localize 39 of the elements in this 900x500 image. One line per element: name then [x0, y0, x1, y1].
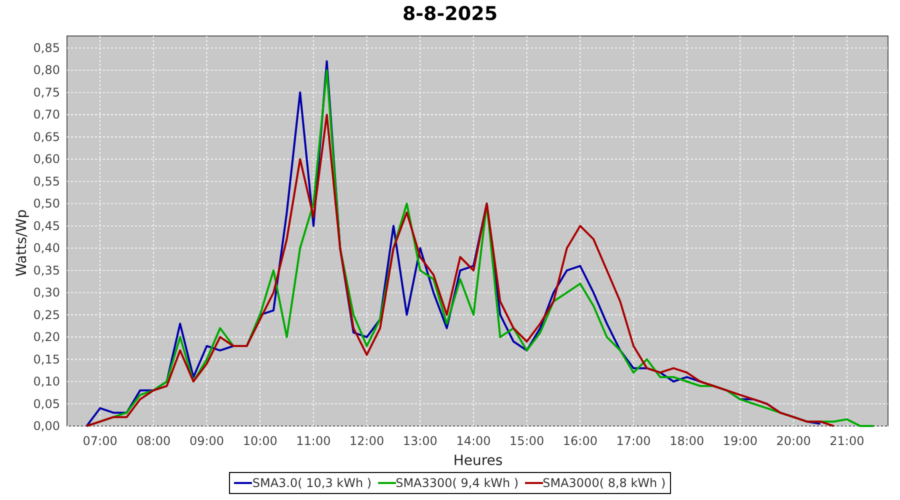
x-tick-label: 15:00 — [510, 434, 544, 448]
y-tick-label: 0,80 — [33, 63, 60, 78]
y-tick-label: 0,85 — [33, 41, 60, 55]
legend-label: SMA3.0( 10,3 kWh ) — [252, 475, 372, 492]
y-tick-label: 0,40 — [33, 241, 60, 256]
x-tick-label: 20:00 — [776, 434, 811, 448]
x-tick-label: 17:00 — [616, 434, 651, 448]
legend-label: SMA3300( 9,4 kWh ) — [396, 475, 519, 492]
x-axis-title: Heures — [453, 453, 503, 469]
y-tick-label: 0,20 — [33, 330, 60, 344]
x-tick-label: 14:00 — [456, 434, 491, 448]
y-tick-label: 0,70 — [33, 108, 60, 122]
x-tick-label: 16:00 — [562, 434, 598, 448]
x-tick-label: 11:00 — [296, 434, 331, 448]
y-tick-label: 0,65 — [33, 130, 60, 144]
x-tick-label: 21:00 — [830, 434, 864, 448]
y-tick-label: 0,05 — [33, 396, 60, 411]
y-tick-label: 0,00 — [33, 419, 60, 433]
y-axis-title: Watts/Wp — [14, 209, 30, 277]
x-tick-label: 13:00 — [402, 434, 438, 448]
legend-label: SMA3000( 8,8 kWh ) — [542, 475, 666, 492]
y-tick-label: 0,75 — [33, 85, 60, 100]
y-tick-label: 0,10 — [33, 374, 60, 389]
y-tick-label: 0,50 — [33, 196, 60, 211]
x-tick-label: 09:00 — [189, 434, 224, 448]
y-tick-label: 0,60 — [33, 152, 60, 166]
x-tick-label: 18:00 — [670, 434, 704, 448]
y-tick-label: 0,30 — [33, 286, 60, 300]
y-tick-label: 0,15 — [33, 352, 60, 366]
y-tick-label: 0,25 — [33, 308, 60, 322]
chart-title: 8-8-2025 — [402, 2, 498, 27]
x-tick-label: 08:00 — [136, 434, 171, 448]
x-tick-label: 07:00 — [82, 434, 118, 448]
x-tick-label: 12:00 — [350, 434, 384, 448]
y-tick-label: 0,35 — [33, 263, 60, 278]
x-tick-label: 10:00 — [242, 434, 278, 448]
x-tick-label: 19:00 — [722, 434, 758, 448]
y-tick-label: 0,55 — [33, 174, 60, 188]
y-tick-label: 0,45 — [33, 218, 60, 233]
